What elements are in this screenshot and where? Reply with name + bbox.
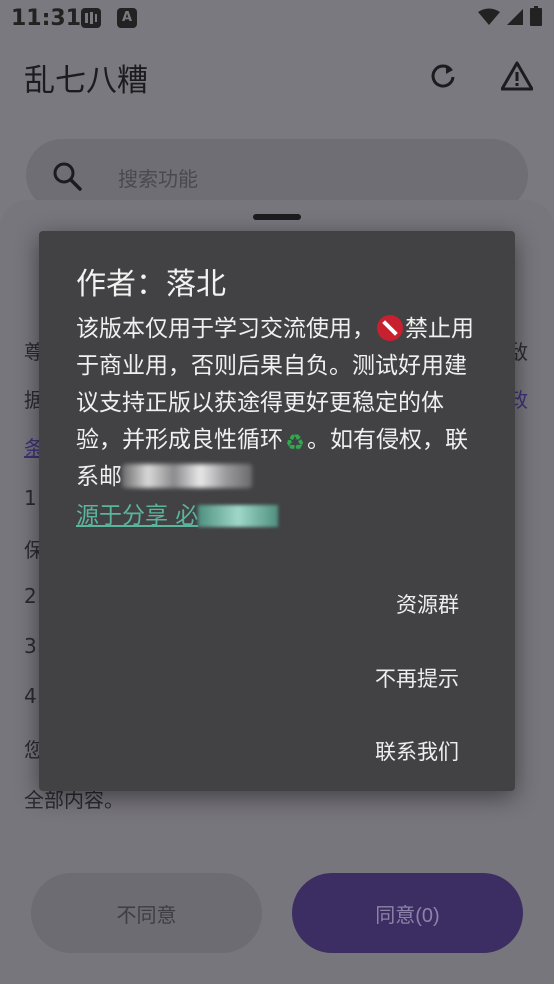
- signal-icon: [506, 7, 524, 32]
- dialog-message: 该版本仅用于学习交流使用， 禁止用于商业用，否则后果自负。测试好用建议支持正版以获…: [76, 311, 486, 496]
- status-time: 11:31: [11, 6, 82, 31]
- disagree-button[interactable]: 不同意: [31, 873, 262, 953]
- refresh-icon[interactable]: [425, 58, 461, 94]
- battery-icon: [530, 6, 542, 32]
- dialog-title: 作者：落北: [76, 267, 226, 302]
- search-placeholder: 搜索功能: [118, 167, 198, 191]
- dialog-message-part1: 该版本仅用于学习交流使用，: [76, 316, 375, 342]
- source-link-text[interactable]: 源于分享 必: [76, 503, 198, 529]
- search-icon: [52, 161, 82, 195]
- wifi-icon: [478, 7, 500, 32]
- dont-remind-button[interactable]: 不再提示: [375, 663, 459, 693]
- notification-a-icon: A: [117, 8, 137, 28]
- prohibited-icon: [377, 315, 403, 341]
- resource-group-button[interactable]: 资源群: [396, 589, 459, 619]
- author-dialog: 作者：落北 该版本仅用于学习交流使用， 禁止用于商业用，否则后果自负。测试好用建议…: [39, 231, 515, 791]
- status-bar: 11:31 A: [0, 0, 554, 40]
- redacted-link-text: [198, 505, 279, 527]
- agree-button[interactable]: 同意(0): [292, 873, 523, 953]
- source-link[interactable]: 源于分享 必: [76, 496, 279, 530]
- recycle-icon: ♻: [285, 431, 305, 456]
- notification-app-icon: [81, 8, 101, 28]
- page-title: 乱七八糟: [24, 63, 148, 99]
- warning-icon[interactable]: [499, 58, 535, 94]
- sheet-drag-handle[interactable]: [253, 214, 301, 220]
- contact-us-button[interactable]: 联系我们: [375, 736, 459, 766]
- redacted-email: [122, 464, 252, 488]
